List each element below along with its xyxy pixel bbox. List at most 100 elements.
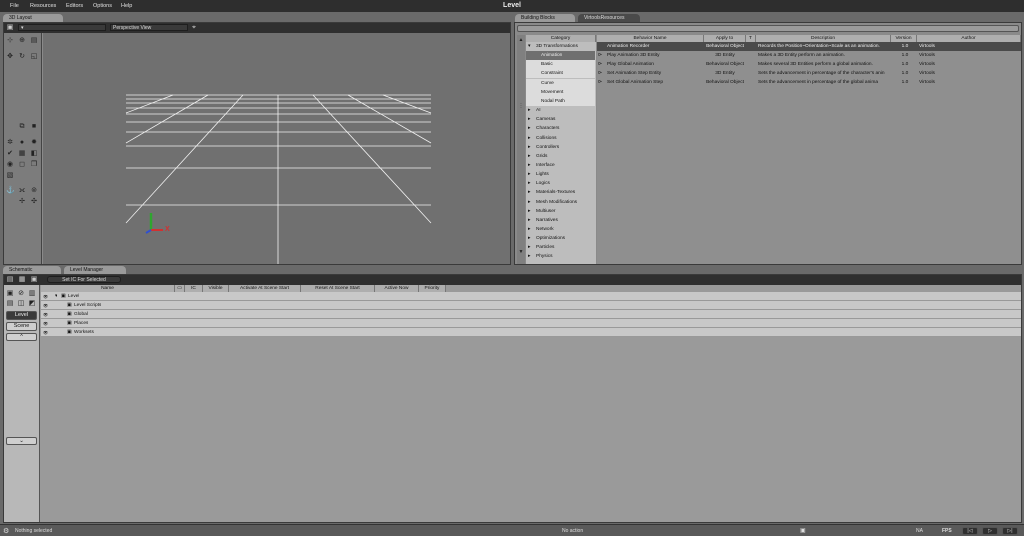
- expand-icon[interactable]: ▣: [30, 276, 38, 283]
- scale-icon[interactable]: ◱: [30, 53, 38, 60]
- level-row[interactable]: 👁 ▣ Global: [41, 310, 1021, 319]
- chevron-right-icon[interactable]: ▸: [528, 225, 530, 234]
- chevron-right-icon[interactable]: ▸: [528, 161, 530, 170]
- chevron-right-icon[interactable]: ▸: [528, 106, 530, 115]
- step-button[interactable]: ▷|: [1002, 527, 1018, 535]
- category-item[interactable]: Movement: [526, 87, 595, 97]
- category-item[interactable]: ▸ Narratives: [526, 216, 595, 225]
- move-tool-icon[interactable]: ⊕: [18, 37, 26, 44]
- chevron-right-icon[interactable]: ▸: [528, 170, 530, 179]
- viewport-3d[interactable]: X: [43, 33, 510, 264]
- col-name[interactable]: Name: [41, 285, 175, 292]
- category-item[interactable]: ▸ Lights: [526, 170, 595, 179]
- rotate-icon[interactable]: ↻: [18, 53, 26, 60]
- chevron-right-icon[interactable]: ▸: [528, 179, 530, 188]
- category-item[interactable]: Constraint: [526, 69, 595, 79]
- folder-icon[interactable]: ▥: [28, 290, 36, 297]
- tab-3d-layout[interactable]: 3D Layout: [3, 14, 63, 22]
- category-item[interactable]: ▸ Interface: [526, 161, 595, 170]
- doc-icon[interactable]: ▦: [18, 150, 26, 157]
- status-small-icon[interactable]: ▣: [800, 527, 806, 534]
- bb-search-input[interactable]: [517, 25, 1019, 32]
- eye-icon[interactable]: 👁: [43, 310, 48, 319]
- chevron-right-icon[interactable]: ▸: [528, 216, 530, 225]
- scroll-up-icon[interactable]: ▲: [517, 37, 525, 43]
- scroll-down-button[interactable]: ⌄: [6, 437, 37, 445]
- col-description[interactable]: Description: [756, 35, 891, 42]
- col-author[interactable]: Author: [917, 35, 1021, 42]
- category-item[interactable]: Curve: [526, 78, 595, 88]
- tab-schematic[interactable]: Schematic: [3, 266, 61, 274]
- col-priority[interactable]: Priority: [419, 285, 446, 292]
- scroll-up-button[interactable]: ^: [6, 333, 37, 341]
- sheet-icon[interactable]: ◧: [30, 150, 38, 157]
- scroll-thumb-icon[interactable]: ⋮: [517, 103, 525, 109]
- camera-icon[interactable]: ▣: [6, 24, 14, 31]
- behavior-row[interactable]: Animation Recorder Behavioral Object Recor…: [597, 42, 1021, 51]
- level-button[interactable]: Level: [6, 311, 37, 320]
- play-button[interactable]: ▷: [982, 527, 998, 535]
- category-item[interactable]: Nodal Path: [526, 96, 595, 106]
- place-icon[interactable]: ◫: [17, 300, 25, 307]
- category-item[interactable]: ▸ Logics: [526, 179, 595, 188]
- category-item[interactable]: ▸ Mesh Modifications: [526, 198, 595, 207]
- behavior-row[interactable]: ⊳ Set Animation Step Entity 3D Entity Sets …: [597, 69, 1021, 78]
- col-active-now[interactable]: Active Now: [375, 285, 419, 292]
- chevron-right-icon[interactable]: ▸: [528, 115, 530, 124]
- category-item[interactable]: ▸ Multiuser: [526, 207, 595, 216]
- col-apply-to[interactable]: Apply to: [704, 35, 746, 42]
- col-type[interactable]: T: [746, 35, 756, 42]
- settings-icon[interactable]: ✲: [6, 139, 14, 146]
- tab-building-blocks[interactable]: Building Blocks: [515, 14, 575, 22]
- pin-icon[interactable]: ⌖: [190, 24, 198, 31]
- category-item[interactable]: Basic: [526, 60, 595, 70]
- link-icon[interactable]: ⟗: [18, 187, 26, 194]
- eye-icon[interactable]: 👁: [43, 301, 48, 310]
- layers-icon[interactable]: ▤: [30, 37, 38, 44]
- col-sort-icon[interactable]: ▭: [175, 285, 185, 292]
- col-reset[interactable]: Reset At Scene Start: [301, 285, 375, 292]
- chevron-right-icon[interactable]: ▸: [528, 188, 530, 197]
- chevron-right-icon[interactable]: ▸: [528, 124, 530, 133]
- col-visible[interactable]: Visible: [203, 285, 229, 292]
- col-version[interactable]: Version: [891, 35, 917, 42]
- col-activate[interactable]: Activate At Scene Start: [229, 285, 301, 292]
- category-item[interactable]: ▸ AI: [526, 106, 595, 115]
- behavior-row[interactable]: ⊳ Play Animation 3D Entity 3D Entity Makes …: [597, 51, 1021, 60]
- col-behavior-name[interactable]: Behavior Name: [597, 35, 704, 42]
- zoom-icon[interactable]: ⊚: [30, 187, 38, 194]
- scroll-down-icon[interactable]: ▼: [517, 249, 525, 255]
- level-row[interactable]: 👁 ▣ Worksets: [41, 328, 1021, 337]
- render-icon[interactable]: ■: [30, 123, 38, 130]
- category-item[interactable]: Animation: [526, 51, 595, 61]
- category-item[interactable]: ▸ Characters: [526, 124, 595, 133]
- check-icon[interactable]: ✔: [6, 150, 14, 157]
- category-item[interactable]: ▸ Controllers: [526, 143, 595, 152]
- object-select-dropdown[interactable]: ▾: [18, 24, 106, 31]
- category-item[interactable]: ▸ Collisions: [526, 134, 595, 143]
- category-item[interactable]: ▸ Particles: [526, 243, 595, 252]
- script-icon[interactable]: ▤: [6, 300, 14, 307]
- chevron-right-icon[interactable]: ▸: [528, 198, 530, 207]
- chevron-right-icon[interactable]: ▸: [528, 207, 530, 216]
- chevron-right-icon[interactable]: ▸: [528, 134, 530, 143]
- grid-icon[interactable]: ⧉: [18, 123, 26, 130]
- box-icon[interactable]: ◻: [18, 161, 26, 168]
- category-item[interactable]: ▸ Grids: [526, 152, 595, 161]
- level-row[interactable]: 👁 ▣ Places: [41, 319, 1021, 328]
- tab-virtools-resources[interactable]: VirtoolsResources: [578, 14, 640, 22]
- eye-icon[interactable]: 👁: [43, 319, 48, 328]
- behavior-row[interactable]: ⊳ Set Global Animation Step Behavioral Obj…: [597, 78, 1021, 87]
- behavior-row[interactable]: ⊳ Play Global Animation Behavioral Object M…: [597, 60, 1021, 69]
- camera-select-dropdown[interactable]: Perspective View: [110, 24, 188, 31]
- level-row[interactable]: 👁 ▣ Level Scripts: [41, 301, 1021, 310]
- scene-button[interactable]: Scene: [6, 322, 37, 331]
- list-view-icon[interactable]: ▦: [18, 276, 26, 283]
- chevron-right-icon[interactable]: ▸: [528, 243, 530, 252]
- translate-icon[interactable]: ✥: [6, 53, 14, 60]
- chevron-right-icon[interactable]: ▸: [528, 234, 530, 243]
- rewind-button[interactable]: |◁: [962, 527, 978, 535]
- eye-icon[interactable]: 👁: [43, 328, 48, 337]
- hide-icon[interactable]: ⊘: [17, 290, 25, 297]
- category-item[interactable]: ▸ Optimizations: [526, 234, 595, 243]
